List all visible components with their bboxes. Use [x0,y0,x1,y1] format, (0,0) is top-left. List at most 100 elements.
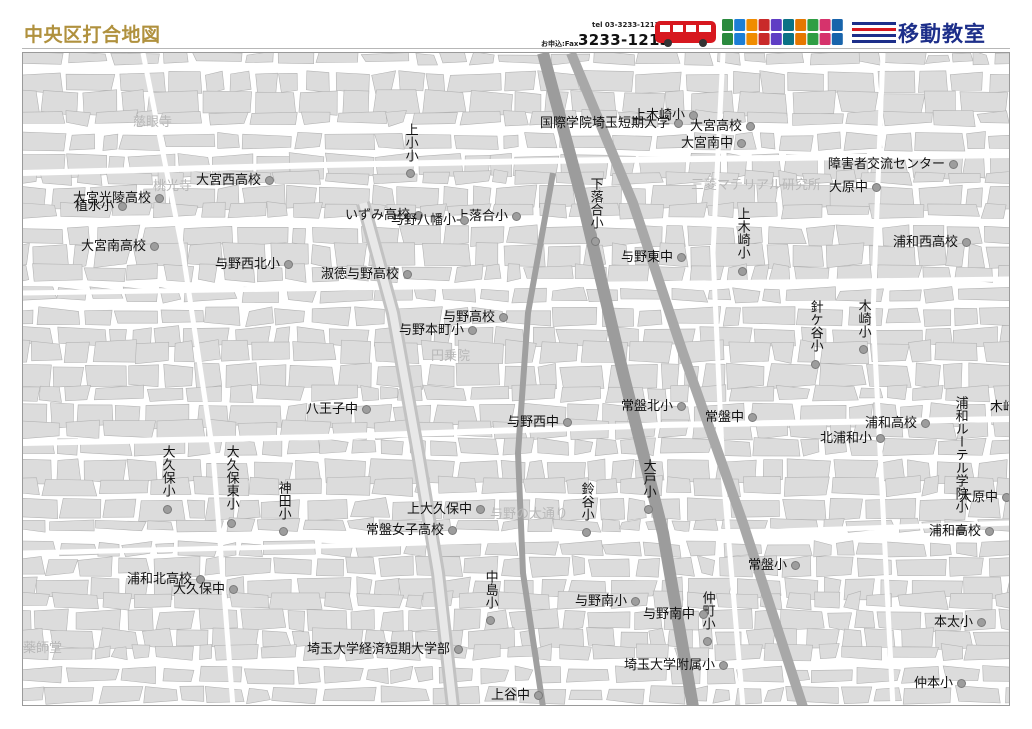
service-icon-cell [795,33,807,45]
location-marker-icon[interactable] [977,618,986,627]
service-icon-cell [758,33,770,45]
map-label: 常盤中 [705,410,745,425]
location-marker-icon[interactable] [454,645,463,654]
map-label: 上木崎小 [734,207,750,259]
location-marker-icon[interactable] [677,402,686,411]
map-label: 本太小 [934,615,974,630]
map-label: 与野の大通り [490,507,569,522]
service-icon-cell [795,19,807,31]
location-marker-icon[interactable] [150,242,159,251]
location-marker-icon[interactable] [985,527,994,536]
map-label: 常盤北小 [621,399,674,414]
map-label: 上谷中 [491,688,531,703]
location-marker-icon[interactable] [499,313,508,322]
location-marker-icon[interactable] [962,238,971,247]
map-label: 中島小 [482,570,498,609]
brand-logo-icon [852,22,896,43]
location-marker-icon[interactable] [876,434,885,443]
location-marker-icon[interactable] [362,405,371,414]
location-marker-icon[interactable] [486,616,495,625]
location-marker-icon[interactable] [748,413,757,422]
map-label: 浦和西高校 [893,235,959,250]
map-label: 三菱マテリアル研究所 [691,178,821,193]
location-marker-icon[interactable] [746,122,755,131]
map-label: 淑徳与野高校 [321,267,400,282]
location-marker-icon[interactable] [468,326,477,335]
map-label: 木崎小 [855,299,871,338]
location-marker-icon[interactable] [512,212,521,221]
map-label: 鈴谷小 [578,482,594,521]
map-label: 大宮南中 [681,136,734,151]
location-marker-icon[interactable] [284,260,293,269]
map-label: 薬師堂 [23,641,63,656]
location-marker-icon[interactable] [403,270,412,279]
location-marker-icon[interactable] [163,505,172,514]
location-marker-icon[interactable] [921,419,930,428]
location-marker-icon[interactable] [227,519,236,528]
location-marker-icon[interactable] [957,679,966,688]
map-label: 慈眼寺 [133,115,173,130]
map-label: 上大久保中 [407,502,473,517]
map-area[interactable]: 慈眼寺 上木崎小 国際学院埼玉短期大学 大宮高校 大宮南中 上小小 大宮西高校 大宮光陵高校植… [22,52,1010,706]
location-marker-icon[interactable] [811,360,820,369]
service-icon-cell [770,19,782,31]
location-marker-icon[interactable] [563,418,572,427]
location-marker-icon[interactable] [644,505,653,514]
map-label: 常盤小 [748,558,788,573]
location-marker-icon[interactable] [155,194,164,203]
map-label: 大久保東小 [223,445,239,510]
location-marker-icon[interactable] [460,216,469,225]
page-header: 中央区打合地図 tel 03-3233-1212 お申込:Fax 3233-12… [0,0,1032,52]
map-label: 針ケ谷小 [807,300,823,352]
location-marker-icon[interactable] [279,527,288,536]
location-marker-icon[interactable] [791,561,800,570]
map-label: 与野南中 [643,607,696,622]
location-marker-icon[interactable] [737,139,746,148]
service-icon-cell [770,33,782,45]
location-marker-icon[interactable] [1002,493,1009,502]
service-icon-cell [746,33,758,45]
map-label: 与野東中 [621,250,674,265]
location-marker-icon[interactable] [534,691,543,700]
map-label: 植水小 [75,199,115,214]
service-icon-cell [831,19,843,31]
map-label: 与野本町小 [399,323,465,338]
brand-name: 移動教室 [898,22,986,46]
service-icon-cell [722,19,733,31]
location-marker-icon[interactable] [677,253,686,262]
street-map [23,53,1009,705]
location-marker-icon[interactable] [582,528,591,537]
location-marker-icon[interactable] [476,505,485,514]
location-marker-icon[interactable] [719,661,728,670]
map-label: 与野西中 [507,415,560,430]
location-marker-icon[interactable] [699,610,708,619]
location-marker-icon[interactable] [872,183,881,192]
location-marker-icon[interactable] [631,597,640,606]
location-marker-icon[interactable] [738,267,747,276]
tel-number: tel 03-3233-1212 [592,21,660,29]
service-icon-cell [746,19,758,31]
location-marker-icon[interactable] [859,345,868,354]
service-icon-cell [807,33,819,45]
location-marker-icon[interactable] [674,119,683,128]
location-marker-icon[interactable] [703,637,712,646]
map-label: 障害者交流センター [828,157,946,172]
location-marker-icon[interactable] [591,237,600,246]
map-label: 大久保中 [173,582,226,597]
map-label: 円乗院 [431,349,471,364]
location-marker-icon[interactable] [265,176,274,185]
map-label: 桃光寺 [153,179,193,194]
location-marker-icon[interactable] [229,585,238,594]
map-label: 浦和高校 [865,416,918,431]
map-label: 埼玉大学附属小 [624,658,716,673]
service-icon-cell [831,33,843,45]
location-marker-icon[interactable] [448,526,457,535]
location-marker-icon[interactable] [949,160,958,169]
location-marker-icon[interactable] [406,169,415,178]
location-marker-icon[interactable] [118,202,127,211]
map-label: 下落合小 [587,177,603,229]
map-label: 大久保小 [159,445,175,497]
map-label: 常盤女子高校 [366,523,445,538]
service-icon-cell [722,33,733,45]
map-label: 与野西北小 [215,257,281,272]
